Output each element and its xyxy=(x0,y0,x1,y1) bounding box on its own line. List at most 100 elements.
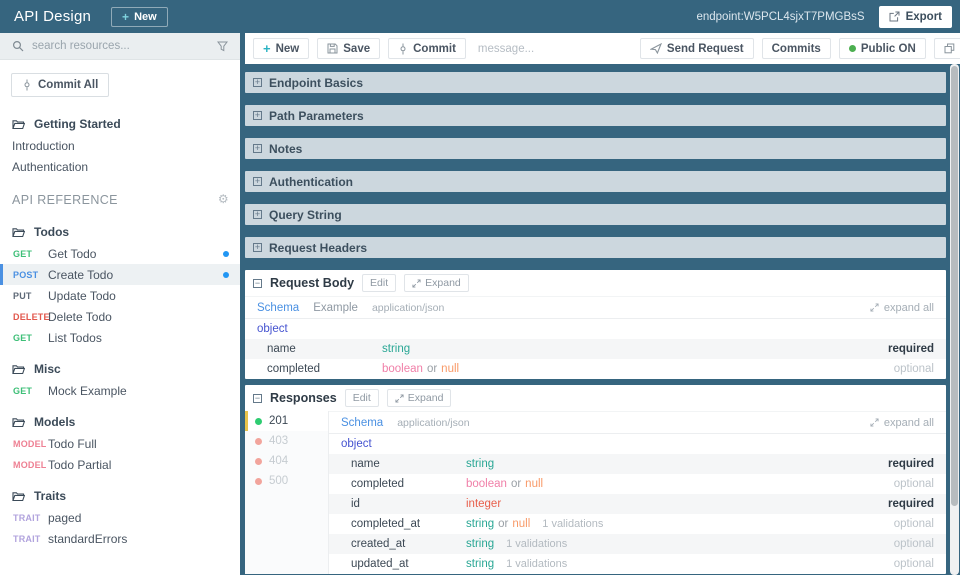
export-button[interactable]: Export xyxy=(878,5,952,28)
expand-button[interactable]: Expand xyxy=(404,274,469,292)
sidebar-item-standarderrors[interactable]: TRAIT standardErrors xyxy=(0,528,240,549)
sidebar-item-list-todos[interactable]: GET List Todos xyxy=(0,327,240,348)
collapsed-icon: + xyxy=(253,242,262,252)
schema-row: created_at string 1 validations optional xyxy=(329,534,946,554)
type-segment: or xyxy=(498,518,509,530)
section-notes[interactable]: + Notes xyxy=(245,138,946,159)
property-types: boolean or null xyxy=(382,363,459,375)
schema-root-type[interactable]: object xyxy=(245,319,946,339)
sidebar-item-authentication[interactable]: Authentication xyxy=(0,156,240,177)
status-dot xyxy=(255,437,262,445)
status-code-label: 403 xyxy=(269,435,289,447)
sidebar-folder-misc[interactable]: Misc xyxy=(0,358,240,380)
commit-all-label: Commit All xyxy=(38,79,99,91)
commits-button[interactable]: Commits xyxy=(761,38,831,59)
sidebar-folder-todos[interactable]: Todos xyxy=(0,221,240,243)
send-request-button[interactable]: Send Request xyxy=(639,38,754,59)
edit-button[interactable]: Edit xyxy=(344,389,379,407)
section-label: Path Parameters xyxy=(269,108,364,123)
endpoint-sections: + Endpoint Basics + Path Parameters + Notes + A… xyxy=(245,64,960,574)
collapse-icon: − xyxy=(253,277,262,288)
expand-label: Expand xyxy=(425,277,461,289)
content-type-label: application/json xyxy=(371,301,445,314)
new-button[interactable]: + New xyxy=(253,38,310,59)
sidebar-folder-traits[interactable]: Traits xyxy=(0,485,240,507)
public-on-dot xyxy=(848,45,856,52)
duplicate-button[interactable]: Duplicate xyxy=(933,38,960,59)
validations-label[interactable]: 1 validations xyxy=(542,518,603,530)
toolbar-right-group: Send Request Commits Public ON Duplicate… xyxy=(639,38,960,59)
sidebar-heading-api-reference: API REFERENCE ⚙ xyxy=(0,189,240,211)
section-authentication[interactable]: + Authentication xyxy=(245,171,946,192)
save-label: Save xyxy=(343,42,371,55)
schema-root-type[interactable]: object xyxy=(329,434,946,454)
method-badge: DELETE xyxy=(13,311,50,322)
save-button[interactable]: Save xyxy=(317,38,381,59)
sidebar-item-delete-todo[interactable]: DELETE Delete Todo xyxy=(0,306,240,327)
section-query-string[interactable]: + Query String xyxy=(245,204,946,225)
commit-message-input[interactable] xyxy=(477,42,632,55)
scrollbar[interactable] xyxy=(950,64,959,575)
sidebar-item-get-todo[interactable]: GET Get Todo xyxy=(0,243,240,264)
sidebar-item-create-todo[interactable]: POST Create Todo xyxy=(0,264,240,285)
endpoint-label: paged xyxy=(48,510,82,525)
sidebar-item-mock-example[interactable]: GET Mock Example xyxy=(0,380,240,401)
sidebar-item-introduction[interactable]: Introduction xyxy=(0,135,240,156)
request-body-tab-example[interactable]: Example xyxy=(313,302,358,314)
expand-all-button[interactable]: expand all xyxy=(870,302,934,314)
type-segment: integer xyxy=(466,498,502,510)
sidebar-item-todo-partial[interactable]: MODEL Todo Partial xyxy=(0,454,240,475)
endpoint-label: Todo Partial xyxy=(48,457,112,472)
sidebar-folder-getting-started[interactable]: Getting Started xyxy=(0,113,240,135)
method-badge: PUT xyxy=(13,290,32,301)
search-input[interactable] xyxy=(32,40,209,52)
sidebar-item-update-todo[interactable]: PUT Update Todo xyxy=(0,285,240,306)
public-toggle-button[interactable]: Public ON xyxy=(838,38,926,59)
commit-button[interactable]: Commit xyxy=(388,38,466,59)
plus-icon: + xyxy=(263,41,271,56)
status-code-500[interactable]: 500 xyxy=(245,471,328,491)
method-badge: MODEL xyxy=(13,459,47,470)
validations-label[interactable]: 1 validations xyxy=(506,538,567,550)
section-endpoint-basics[interactable]: + Endpoint Basics xyxy=(245,72,946,93)
method-badge: TRAIT xyxy=(13,512,41,523)
app-root: API Design + New endpoint:W5PCL4sjxT7PMG… xyxy=(0,0,960,575)
method-badge: GET xyxy=(13,385,33,396)
commits-label: Commits xyxy=(771,42,821,55)
property-name: updated_at xyxy=(351,558,409,570)
section-path-parameters[interactable]: + Path Parameters xyxy=(245,105,946,126)
gear-icon[interactable]: ⚙ xyxy=(218,192,229,206)
responses-tab-schema[interactable]: Schema xyxy=(341,417,383,429)
requirement-flag: required xyxy=(887,498,934,510)
method-badge: GET xyxy=(13,332,33,343)
validations-label[interactable]: 1 validations xyxy=(506,558,567,570)
responses-panel: − Responses Edit Expand 201 403 404 500 Sch… xyxy=(245,385,946,574)
sidebar-folder-models[interactable]: Models xyxy=(0,411,240,433)
commit-all-button[interactable]: Commit All xyxy=(11,73,110,97)
sidebar-item-paged[interactable]: TRAIT paged xyxy=(0,507,240,528)
search-icon xyxy=(12,40,24,52)
method-badge: MODEL xyxy=(13,438,47,449)
section-request-headers[interactable]: + Request Headers xyxy=(245,237,946,258)
status-dot xyxy=(255,457,262,465)
request-body-header[interactable]: − Request Body Edit Expand xyxy=(245,270,946,296)
type-segment: string xyxy=(466,458,495,470)
header-new-button[interactable]: + New xyxy=(111,6,168,27)
status-code-404[interactable]: 404 xyxy=(245,451,328,471)
request-body-tab-schema[interactable]: Schema xyxy=(257,302,299,314)
sidebar-item-todo-full[interactable]: MODEL Todo Full xyxy=(0,433,240,454)
property-types: integer xyxy=(466,498,501,510)
scrollbar-thumb[interactable] xyxy=(951,66,958,506)
expand-button[interactable]: Expand xyxy=(386,389,452,407)
status-code-403[interactable]: 403 xyxy=(245,431,328,451)
edit-button[interactable]: Edit xyxy=(362,274,397,292)
schema-row: completed_at string or null 1 validations opt… xyxy=(329,514,946,534)
section-label: Notes xyxy=(269,141,303,156)
type-segment: null xyxy=(525,478,544,490)
status-code-201[interactable]: 201 xyxy=(245,411,328,431)
send-request-label: Send Request xyxy=(666,42,744,55)
expand-all-button[interactable]: expand all xyxy=(870,417,934,429)
request-body-title: Request Body xyxy=(270,276,355,290)
filter-icon[interactable] xyxy=(217,41,228,52)
responses-header[interactable]: − Responses Edit Expand xyxy=(245,385,946,411)
